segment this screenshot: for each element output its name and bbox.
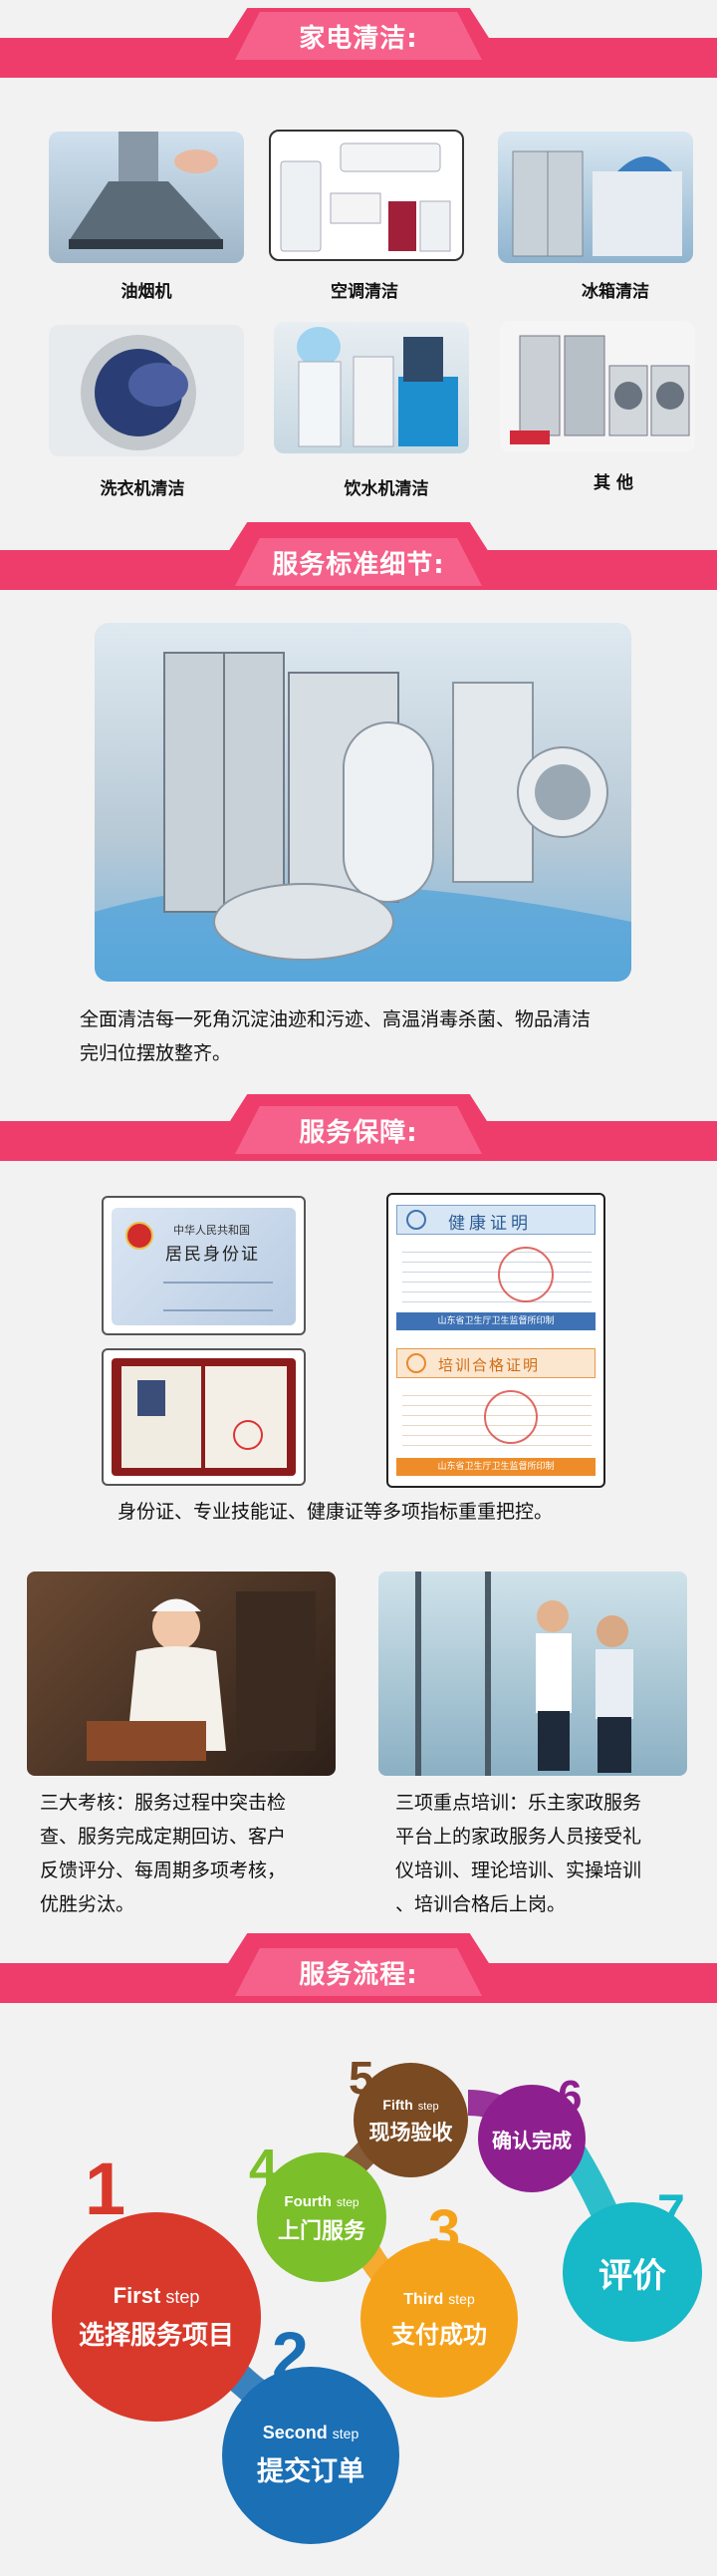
step-2-circle[interactable]: Second step 提交订单 — [222, 2367, 399, 2544]
other-appliances-image[interactable] — [500, 321, 695, 452]
other-appliances-label: 其 他 — [594, 473, 633, 493]
air-conditioner-image[interactable] — [269, 130, 464, 261]
step-2-en-label: Second — [262, 2423, 328, 2442]
washing-machine-icon — [81, 335, 196, 450]
section-title-service-standard: 服务标准细节: — [235, 538, 482, 586]
step-1-number: 1 — [85, 2147, 126, 2230]
id-card-fields — [163, 1282, 273, 1311]
service-standard-text-line1: 全面清洁每一死角沉淀油迹和污迹、高温消毒杀菌、物品清洁 — [80, 1008, 592, 1030]
step-3-en-label: Third — [403, 2291, 444, 2308]
washing-machine-label: 洗衣机清洁 — [100, 479, 185, 499]
range-hood-icon — [69, 132, 223, 249]
seal-icon — [233, 1420, 263, 1450]
assessment-text-line1: 三大考核：服务过程中突击检 — [40, 1792, 287, 1814]
refrigerator-icon — [512, 150, 682, 257]
washing-machine-image[interactable] — [49, 325, 244, 456]
step-5-en-small: step — [417, 2101, 439, 2113]
training-text-line4: 、培训合格后上岗。 — [395, 1893, 567, 1915]
training-text-line2: 平台上的家政服务人员接受礼 — [395, 1826, 642, 1848]
training-text-line3: 仪培训、理论培训、实操培训 — [395, 1860, 642, 1881]
assessment-text-line3: 反馈评分、每周期多项考核， — [40, 1860, 287, 1881]
maid-inspection-photo — [27, 1572, 336, 1776]
step-3-circle[interactable]: Third step 支付成功 — [360, 2240, 518, 2398]
section-title-appliance-cleaning: 家电清洁: — [235, 12, 482, 60]
service-standard-text-line2: 完归位摆放整齐。 — [80, 1042, 232, 1064]
staff-training-icon — [415, 1572, 633, 1776]
step-1-label: 选择服务项目 — [78, 2320, 234, 2351]
id-card-line1: 中华人民共和国 — [173, 1224, 250, 1237]
step-6-circle[interactable]: 确认完成 — [478, 2085, 586, 2192]
appliances-collage-icon — [95, 652, 631, 982]
training-cert-footer: 山东省卫生厅卫生监督所印制 — [396, 1458, 596, 1476]
range-hood-image[interactable] — [49, 132, 244, 263]
red-stamp-icon — [484, 1390, 538, 1444]
step-7-circle[interactable]: 评价 — [563, 2202, 702, 2342]
appliance-set-icon — [510, 335, 690, 444]
section-title-service-process: 服务流程: — [235, 1948, 482, 1996]
section-title-service-guarantee: 服务保障: — [235, 1106, 482, 1154]
certificate-page-right — [205, 1366, 287, 1468]
step-2-label: 提交订单 — [257, 2456, 364, 2487]
step-3-en-small: step — [448, 2291, 475, 2307]
step-3-label: 支付成功 — [391, 2321, 487, 2349]
step-4-en: Fourth step — [284, 2190, 358, 2211]
step-3-en: Third step — [403, 2288, 474, 2309]
step-4-en-label: Fourth — [284, 2192, 332, 2210]
step-4-label: 上门服务 — [277, 2218, 365, 2244]
step-1-en-label: First — [113, 2282, 161, 2308]
air-conditioner-icon — [280, 143, 451, 252]
water-dispenser-icon — [297, 327, 458, 447]
step-5-label: 现场验收 — [368, 2121, 453, 2145]
step-1-circle[interactable]: First step 选择服务项目 — [52, 2212, 261, 2422]
air-conditioner-label: 空调清洁 — [331, 282, 398, 302]
range-hood-label: 油烟机 — [120, 282, 172, 302]
step-2-en-small: step — [332, 2426, 359, 2441]
skill-certificate-image — [102, 1348, 306, 1486]
step-6-label: 确认完成 — [492, 2128, 572, 2152]
step-5-circle[interactable]: Fifth step 现场验收 — [354, 2063, 468, 2177]
refrigerator-label: 冰箱清洁 — [582, 282, 649, 302]
step-1-en-small: step — [165, 2286, 200, 2307]
health-cert-body — [402, 1243, 592, 1308]
guarantee-caption: 身份证、专业技能证、健康证等多项指标重重把控。 — [118, 1501, 554, 1523]
health-cert-emblem-icon — [406, 1210, 426, 1230]
step-5-en-label: Fifth — [382, 2097, 413, 2113]
step-2-en: Second step — [263, 2423, 359, 2443]
step-1-en: First step — [114, 2283, 200, 2309]
training-text-line1: 三项重点培训：乐主家政服务 — [395, 1792, 642, 1814]
appliances-collage-image — [95, 623, 631, 982]
assessment-text-line4: 优胜劣汰。 — [40, 1893, 135, 1915]
red-stamp-icon — [498, 1247, 554, 1302]
id-card-image: 中华人民共和国 居民身份证 — [102, 1196, 306, 1335]
national-emblem-icon — [125, 1222, 153, 1250]
refrigerator-image[interactable] — [498, 132, 693, 263]
assessment-text-line2: 查、服务完成定期回访、客户 — [40, 1826, 287, 1848]
step-5-en: Fifth step — [382, 2094, 438, 2115]
maid-icon — [87, 1591, 316, 1761]
step-4-en-small: step — [336, 2194, 359, 2209]
training-cert-title: 培训合格证明 — [438, 1356, 541, 1374]
training-cert-emblem-icon — [406, 1353, 426, 1373]
staff-training-photo — [378, 1572, 687, 1776]
health-certificate-image: 健康证明 山东省卫生厅卫生监督所印制 培训合格证明 山东省卫生厅卫生监督所印制 — [386, 1193, 605, 1488]
id-card-line2: 居民身份证 — [165, 1245, 260, 1265]
health-cert-title: 健康证明 — [448, 1214, 532, 1234]
water-dispenser-image[interactable] — [274, 322, 469, 453]
water-dispenser-label: 饮水机清洁 — [344, 479, 429, 499]
health-cert-footer: 山东省卫生厅卫生监督所印制 — [396, 1312, 596, 1330]
step-4-circle[interactable]: Fourth step 上门服务 — [257, 2152, 386, 2282]
step-7-label: 评价 — [598, 2255, 666, 2296]
photo-icon — [137, 1380, 165, 1416]
